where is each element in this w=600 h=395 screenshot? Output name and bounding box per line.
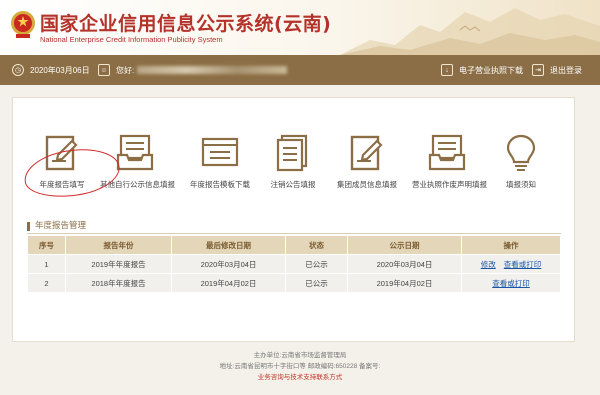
logout-icon: ⇥ [532, 64, 544, 76]
col-header-modified: 最后修改日期 [171, 235, 286, 255]
lightbulb-icon [506, 134, 536, 171]
site-title-en: National Enterprise Credit Information P… [40, 35, 223, 44]
view-print-link[interactable]: 查看或打印 [492, 279, 530, 288]
footer-address: 地址:云南省昆明市十字街口等 邮政编码:650228 备案号: [219, 363, 381, 370]
greeting-label: 您好: [116, 65, 135, 75]
inbox-tray-icon [116, 134, 154, 171]
table-header-row: 序号 报告年份 最后修改日期 状态 公示日期 操作 [27, 235, 561, 255]
cell-actions: 查看或打印 [461, 273, 561, 293]
table-row: 2 2018年年度报告 2019年04月02日 已公示 2019年04月02日 … [27, 273, 561, 293]
function-label: 年度报告模板下载 [190, 180, 250, 189]
table-row: 1 2019年年度报告 2020年03月04日 已公示 2020年03月04日 … [27, 254, 561, 274]
site-header: 国家企业信用信息公示系统(云南) National Enterprise Cre… [0, 0, 600, 55]
window-list-icon [201, 137, 239, 167]
cell-published: 2020年03月04日 [347, 254, 462, 274]
section-divider [27, 233, 561, 234]
support-contact-link[interactable]: 业务咨询与技术支持联系方式 [0, 372, 600, 383]
redacted-company-name [137, 66, 288, 74]
col-header-actions: 操作 [461, 235, 561, 255]
cell-modified: 2020年03月04日 [171, 254, 286, 274]
cell-modified: 2019年04月02日 [171, 273, 286, 293]
site-title: 国家企业信用信息公示系统(云南) [40, 13, 332, 35]
inbox-tray-icon [428, 134, 466, 171]
cell-year: 2019年年度报告 [65, 254, 172, 274]
current-date: 2020年03月06日 [30, 65, 90, 75]
cell-no: 2 [27, 273, 66, 293]
col-header-published: 公示日期 [347, 235, 462, 255]
cell-status: 已公示 [285, 273, 348, 293]
main-panel: 年度报告填写 其他自行公示信息填报 年度报告模板下载 注销公告填报 集团成员信息… [12, 97, 575, 342]
download-icon: ↓ [441, 64, 453, 76]
template-download-button[interactable]: 年度报告模板下载 [185, 133, 255, 190]
col-header-status: 状态 [285, 235, 348, 255]
user-greeting: ☺ 您好: [98, 55, 288, 85]
edit-link[interactable]: 修改 [481, 260, 496, 269]
col-header-no: 序号 [27, 235, 66, 255]
function-label: 填报须知 [506, 180, 536, 189]
cell-status: 已公示 [285, 254, 348, 274]
national-emblem-icon [11, 11, 35, 38]
function-label: 营业执照作废声明填报 [412, 180, 487, 189]
function-label: 集团成员信息填报 [337, 180, 397, 189]
site-footer: 主办单位:云南省市场监督管理局 地址:云南省昆明市十字街口等 邮政编码:6502… [0, 350, 600, 383]
clock-icon: ◷ [12, 64, 24, 76]
cell-no: 1 [27, 254, 66, 274]
great-wall-decoration [340, 8, 600, 55]
date-display: ◷ 2020年03月06日 [12, 55, 90, 85]
footer-sponsor: 主办单位:云南省市场监督管理局 [253, 352, 347, 359]
cell-actions: 修改 查看或打印 [461, 254, 561, 274]
user-icon: ☺ [98, 64, 110, 76]
license-void-button[interactable]: 营业执照作废声明填报 [412, 133, 487, 190]
logout-link[interactable]: ⇥ 退出登录 [532, 55, 582, 85]
license-download-label: 电子营业执照下载 [459, 65, 523, 75]
document-stack-icon [276, 134, 308, 172]
deregistration-notice-button[interactable]: 注销公告填报 [258, 133, 328, 190]
function-label: 注销公告填报 [270, 180, 316, 189]
view-print-link[interactable]: 查看或打印 [504, 260, 542, 269]
annual-report-table: 序号 报告年份 最后修改日期 状态 公示日期 操作 1 2019年年度报告 20… [27, 235, 561, 293]
edit-document-icon [350, 135, 383, 171]
cell-published: 2019年04月02日 [347, 273, 462, 293]
col-header-year: 报告年份 [65, 235, 172, 255]
section-title: 年度报告管理 [27, 222, 86, 231]
license-download-link[interactable]: ↓ 电子营业执照下载 [441, 55, 523, 85]
group-member-button[interactable]: 集团成员信息填报 [332, 133, 402, 190]
filing-guide-button[interactable]: 填报须知 [486, 133, 556, 190]
logout-label: 退出登录 [550, 65, 582, 75]
cell-year: 2018年年度报告 [65, 273, 172, 293]
user-info-bar: ◷ 2020年03月06日 ☺ 您好: ↓ 电子营业执照下载 ⇥ 退出登录 [0, 55, 600, 85]
